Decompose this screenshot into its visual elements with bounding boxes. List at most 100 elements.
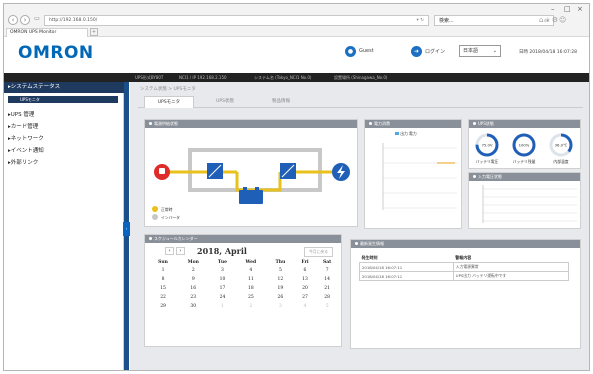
calendar-day[interactable]: 8 — [149, 275, 177, 284]
minimize-icon[interactable]: – — [551, 5, 555, 13]
sidebar-item-event-notify[interactable]: ▸イベント通知 — [8, 146, 44, 154]
tab-title: OMRON UPS Monitor — [10, 30, 57, 35]
gauge-label: バッテリ電圧 — [476, 159, 499, 164]
language-select[interactable]: 日本語 ⌄ — [459, 45, 501, 57]
tab-product-info[interactable]: 製品情報 — [256, 96, 306, 108]
calendar-day[interactable]: 5 — [315, 302, 339, 311]
table-row[interactable]: 2018/04/18 16:07:11 入力電源異常 — [359, 262, 570, 272]
calendar-day[interactable]: 4 — [235, 266, 266, 275]
sidebar-section-status[interactable]: ▸システムステータス — [4, 82, 124, 93]
today-button[interactable]: 今月に戻る — [304, 247, 333, 257]
calendar-day[interactable]: 13 — [295, 275, 316, 284]
calendar-day[interactable]: 10 — [209, 275, 235, 284]
calendar-day[interactable]: 23 — [177, 293, 209, 302]
sidebar-item-external-links[interactable]: ▸外部リンク — [8, 158, 38, 166]
meter-legend-label: 出力 電力 — [400, 131, 417, 136]
calendar-day[interactable]: 22 — [149, 293, 177, 302]
login-icon[interactable]: ➜ — [411, 46, 422, 57]
panel-title: スケジュールカレンダー — [154, 236, 198, 241]
calendar-day[interactable]: 3 — [209, 266, 235, 275]
next-month-button[interactable]: › — [175, 247, 185, 255]
login-link[interactable]: ログイン — [425, 48, 445, 55]
calendar-day[interactable]: 17 — [209, 284, 235, 293]
table-row[interactable]: 2018/04/18 16:07:11 UPS出力 バッテリ運転中です — [359, 271, 570, 281]
panel-title: 最新発生情報 — [360, 241, 384, 246]
plug-glyph — [159, 168, 165, 174]
calendar-day[interactable]: 24 — [209, 293, 235, 302]
tab-bar: UPSモニタ UPS状態 製品情報 — [138, 94, 583, 108]
new-tab-icon[interactable]: + — [90, 28, 98, 36]
col-content: 警報内容 — [455, 255, 472, 260]
calendar-nav: ‹ › — [165, 247, 185, 255]
event-time: 2018/04/18 16:07:11 — [359, 262, 454, 272]
calendar-day[interactable]: 4 — [295, 302, 316, 311]
info-location: 設置場所 (Shinagawa_No.0) — [334, 75, 388, 80]
chevron-down-icon: ⌄ — [492, 48, 497, 54]
forward-icon[interactable]: › — [20, 15, 30, 25]
back-icon[interactable]: ‹ — [8, 15, 18, 25]
weekday-label: Tue — [217, 260, 227, 265]
sidebar-item-ups-management[interactable]: ▸UPS 管理 — [8, 110, 34, 118]
maximize-icon[interactable]: □ — [564, 5, 571, 13]
calendar-week-row: 8 9 10 11 12 13 14 — [149, 275, 339, 284]
power-consumption-panel: 電力消費 出力 電力 — [364, 119, 462, 229]
calendar-day[interactable]: 2 — [235, 302, 266, 311]
sidebar-item-ups-monitor[interactable]: UPSモニタ — [8, 96, 118, 103]
address-bar[interactable]: http://192.168.0.150/ ▾ ↻ — [44, 15, 429, 26]
sidebar-item-network[interactable]: ▸ネットワーク — [8, 134, 44, 142]
calendar-day[interactable]: 1 — [209, 302, 235, 311]
calendar-week-row: 29 30 1 2 3 4 5 — [149, 302, 339, 311]
calendar-day[interactable]: 19 — [266, 284, 294, 293]
calendar-day[interactable]: 30 — [177, 302, 209, 311]
calendar-day[interactable]: 15 — [149, 284, 177, 293]
browser-tab[interactable]: OMRON UPS Monitor — [6, 28, 88, 37]
calendar-day[interactable]: 12 — [266, 275, 294, 284]
user-icon: ● — [345, 46, 356, 57]
calendar-day[interactable]: 9 — [177, 275, 209, 284]
panel-title: 電源供給状態 — [154, 121, 178, 126]
calendar-day[interactable]: 6 — [295, 266, 316, 275]
calendar-day[interactable]: 27 — [295, 293, 316, 302]
calendar-day[interactable]: 28 — [315, 293, 339, 302]
browser-window: – □ × ‹ › ▭ http://192.168.0.150/ ▾ ↻ 検索.… — [3, 3, 590, 371]
sidebar-item-card-management[interactable]: ▸カード管理 — [8, 122, 38, 130]
tab-ups-status[interactable]: UPS状態 — [200, 96, 250, 108]
calendar-panel: スケジュールカレンダー ‹ › 2018, April 今月に戻る Sun Mon… — [144, 234, 342, 347]
calendar-day[interactable]: 26 — [266, 293, 294, 302]
close-icon[interactable]: × — [577, 5, 583, 13]
omron-logo: OMRON — [18, 43, 94, 63]
calendar-day[interactable]: 16 — [177, 284, 209, 293]
legend-swatch — [395, 132, 399, 135]
calendar-weekday-row: Sun Mon Tue Wed Thu Fri Sat — [149, 259, 339, 266]
calendar-day[interactable]: 1 — [149, 266, 177, 275]
weekday-label: Thu — [275, 260, 286, 265]
legend-normal-dot — [152, 206, 158, 212]
tab-ups-monitor[interactable]: UPSモニタ — [144, 96, 194, 108]
calendar-day[interactable]: 2 — [177, 266, 209, 275]
calendar-day[interactable]: 3 — [266, 302, 294, 311]
prev-month-button[interactable]: ‹ — [165, 247, 174, 255]
power-flow-diagram — [152, 148, 350, 220]
language-value: 日本語 — [463, 48, 479, 54]
calendar-day[interactable]: 14 — [315, 275, 339, 284]
device-info-bar: UPS形式BY80T NCI1 / IP 192.168.2.150 システム名… — [4, 73, 589, 82]
event-text: 入力電源異常 — [452, 262, 570, 272]
calendar-week-row: 22 23 24 25 26 27 28 — [149, 293, 339, 302]
sidebar-toggle-button[interactable]: ‹ — [123, 222, 130, 236]
calendar-day[interactable]: 29 — [149, 302, 177, 311]
calendar-day[interactable]: 21 — [315, 284, 339, 293]
calendar-day[interactable]: 7 — [315, 266, 339, 275]
refresh-icon[interactable]: ▾ ↻ — [417, 16, 424, 26]
search-input[interactable]: 検索... ⌕▾ — [434, 15, 554, 26]
legend-inverter-label: インバータ — [161, 215, 180, 220]
calendar-day[interactable]: 5 — [266, 266, 294, 275]
app-header: OMRON ● Guest ➜ ログイン 日本語 ⌄ 日時 2018/04/18 … — [4, 37, 589, 73]
ups-status-panel: UPS状態 75.0V バッテリ電圧 100% バッテリ残量 36.0℃ 内部温度 — [468, 119, 581, 169]
calendar-day[interactable]: 20 — [295, 284, 316, 293]
calendar-day[interactable]: 11 — [235, 275, 266, 284]
browser-toolbar-icons[interactable]: ⌂☆⚙☺ — [539, 16, 567, 24]
gauge-value: 100% — [519, 143, 530, 148]
power-flow-panel: 電源供給状態 正常時 インバータ — [144, 119, 358, 227]
calendar-day[interactable]: 25 — [235, 293, 266, 302]
calendar-day[interactable]: 18 — [235, 284, 266, 293]
